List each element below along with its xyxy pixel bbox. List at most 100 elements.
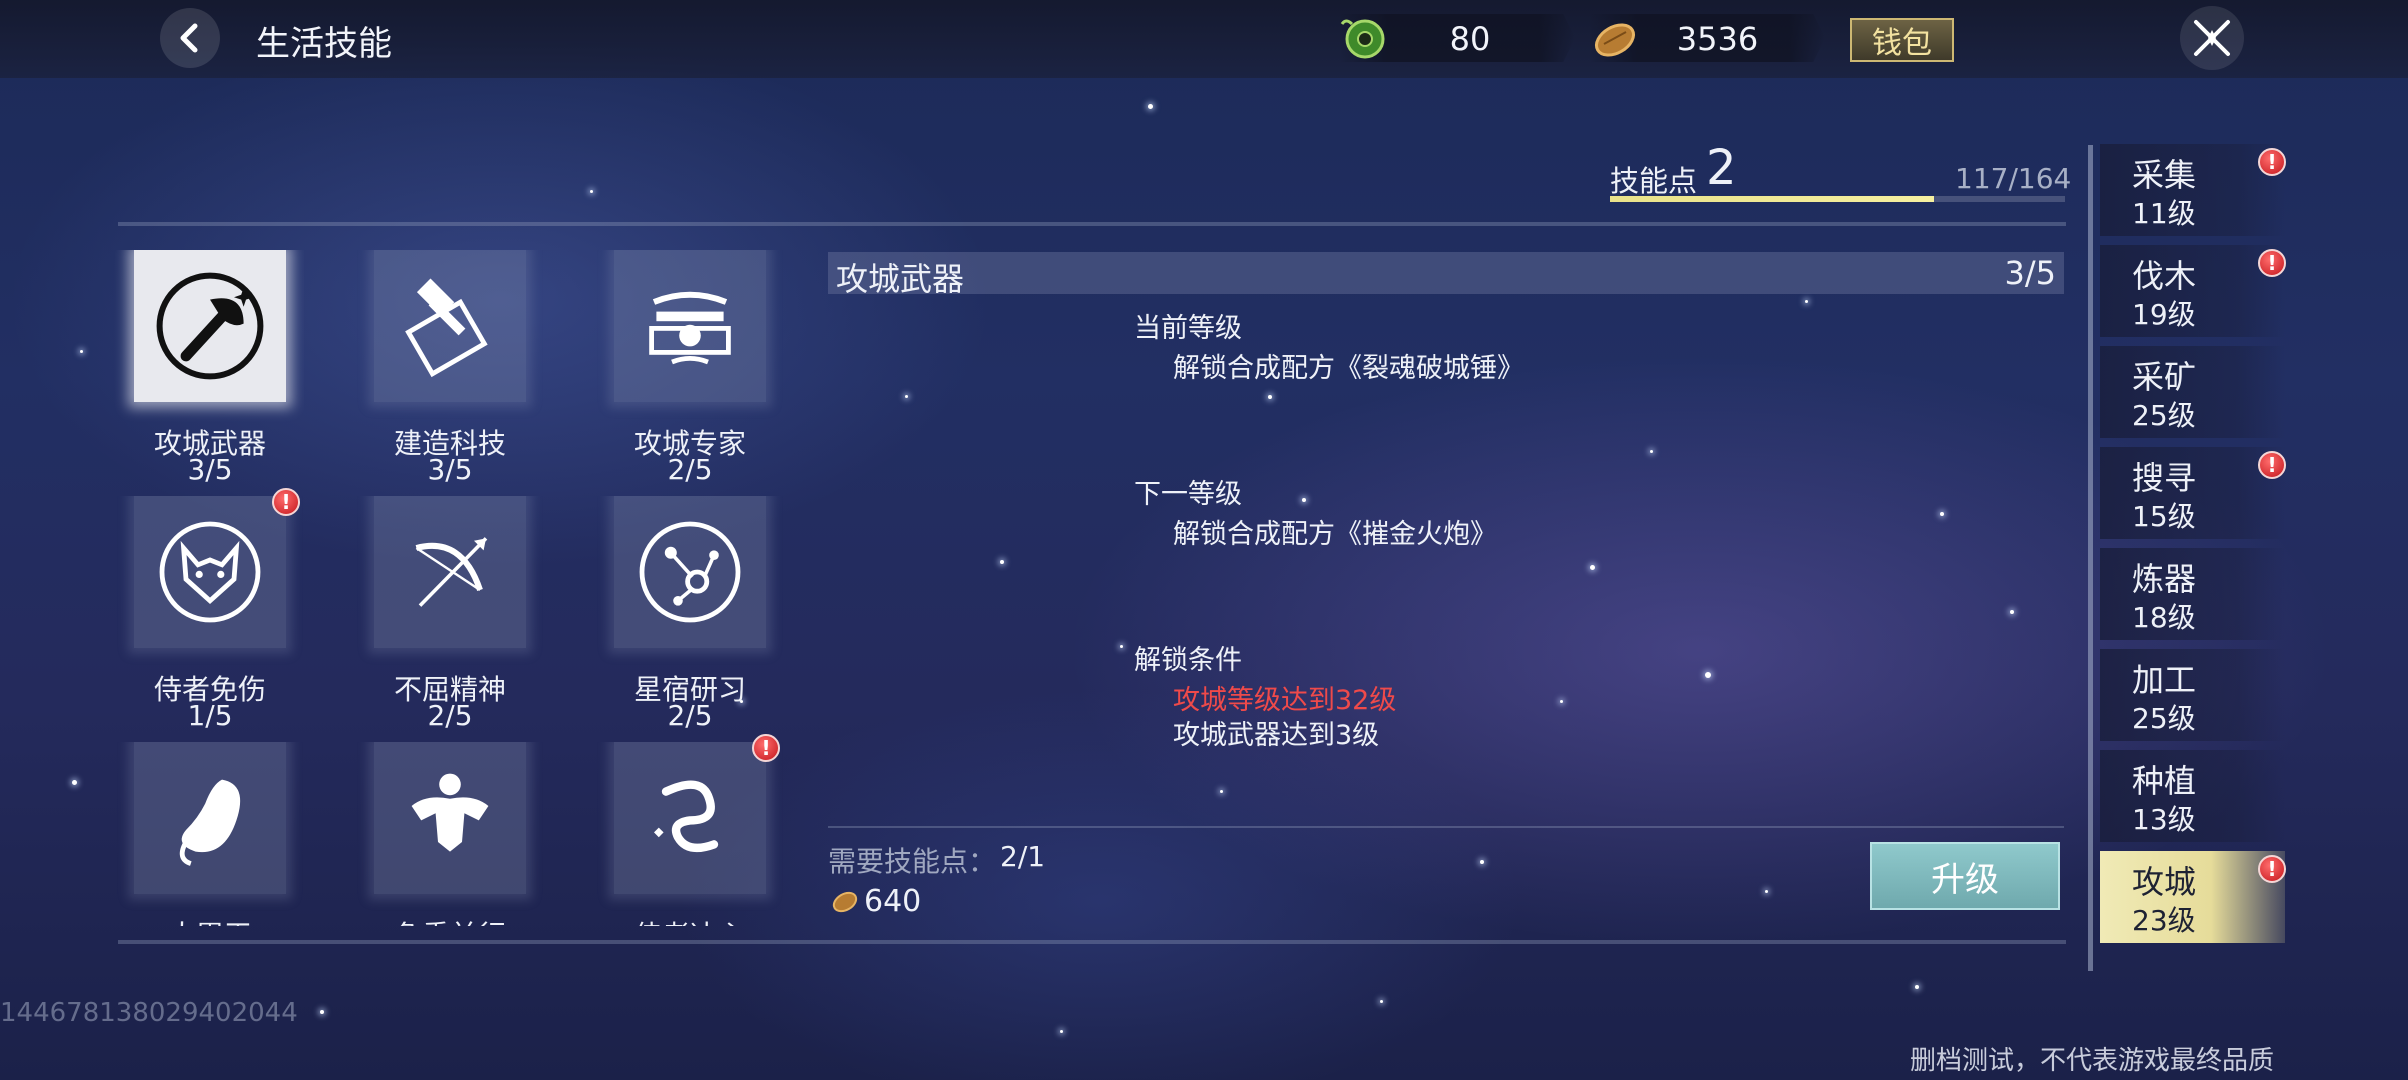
fox-mask-icon [159, 521, 261, 623]
star [2010, 610, 2014, 614]
skill-point-cost-label: 需要技能点： [828, 845, 997, 878]
skill-level: 2/5 [667, 453, 713, 486]
skill-points-value: 2 [1706, 140, 1737, 196]
skill-icon-frame [374, 250, 526, 402]
current-level-desc: 解锁合成配方《裂魂破城锤》 [1173, 353, 1524, 384]
star [1705, 672, 1711, 678]
star [1060, 1030, 1063, 1033]
gold-cost-value: 640 [864, 884, 922, 919]
next-level-desc: 解锁合成配方《摧金火炮》 [1173, 519, 1497, 550]
star [1805, 300, 1808, 303]
category-item[interactable]: 搜寻 15级 [2100, 447, 2285, 539]
skill-7[interactable]: 大胃王 [84, 742, 304, 926]
chevron-left-icon [180, 23, 198, 53]
skill-point-cost-value: 2/1 [1000, 840, 1046, 873]
skill-icon-frame [134, 250, 286, 402]
alert-icon: ! [2258, 249, 2286, 277]
category-name: 搜寻 [2132, 459, 2197, 497]
skill-5[interactable]: 不屈精神 2/5 [324, 496, 544, 736]
wallet-button[interactable]: 钱包 [1850, 18, 1954, 62]
skill-name: 侍者决心 [604, 914, 776, 926]
skill-level: 3/5 [187, 453, 233, 486]
alert-icon: ! [272, 488, 300, 516]
star [1268, 395, 1272, 399]
detail-level: 3/5 [2004, 254, 2057, 292]
category-item[interactable]: 种植 13级 [2100, 750, 2285, 842]
category-item[interactable]: 加工 25级 [2100, 649, 2285, 741]
close-x-icon [2194, 20, 2230, 56]
unlock-conditions-label: 解锁条件 [1134, 645, 1242, 676]
category-level: 23级 [2132, 904, 2196, 937]
star [1915, 985, 1919, 989]
category-name: 炼器 [2132, 560, 2197, 598]
category-item[interactable]: 炼器 18级 [2100, 548, 2285, 640]
skill-3[interactable]: 攻城专家 2/5 [564, 250, 784, 490]
category-name: 攻城 [2132, 863, 2197, 901]
star [1148, 104, 1153, 109]
top-divider [118, 222, 2066, 226]
category-name: 加工 [2132, 661, 2197, 699]
category-level: 15级 [2132, 500, 2196, 533]
skill-4[interactable]: 侍者免伤 1/5 [84, 496, 304, 736]
skill-name: 负重前行 [364, 914, 536, 926]
muscle-icon [411, 773, 489, 852]
gold-coin-icon [832, 891, 858, 913]
next-level-label: 下一等级 [1134, 479, 1242, 510]
dragon-icon [654, 780, 719, 853]
star [1302, 498, 1306, 502]
close-button[interactable] [2180, 6, 2244, 70]
star [1560, 700, 1563, 703]
gold-value: 3536 [1676, 20, 1759, 58]
skill-level: 3/5 [427, 453, 473, 486]
test-disclaimer: 删档测试，不代表游戏最终品质 [1910, 1046, 2275, 1076]
skill-9[interactable]: 侍者决心 [564, 742, 784, 926]
skill-1[interactable]: 攻城武器 3/5 [84, 250, 304, 490]
category-item[interactable]: 采集 11级 [2100, 144, 2285, 236]
alert-icon: ! [2258, 148, 2286, 176]
star [1480, 860, 1484, 864]
alert-icon: ! [2258, 855, 2286, 883]
pavilion-icon [649, 291, 731, 365]
skill-points-progress-fill [1610, 196, 1935, 202]
skill-icon-frame [134, 496, 286, 648]
hammer-blueprint-icon [405, 278, 488, 378]
category-item[interactable]: 攻城 23级 [2100, 851, 2285, 943]
star [1590, 565, 1595, 570]
top-bar: 生活技能 80 3536 钱包 [0, 0, 2408, 78]
skill-icon-frame [614, 496, 766, 648]
star [320, 1010, 324, 1014]
category-item[interactable]: 伐木 19级 [2100, 245, 2285, 337]
unlock-condition-unmet: 攻城等级达到32级 [1173, 685, 1397, 716]
category-name: 种植 [2132, 762, 2197, 800]
star [80, 350, 83, 353]
back-button[interactable] [160, 8, 220, 68]
bow-arrow-icon [415, 537, 488, 607]
gold-coin-icon [1595, 23, 1635, 57]
unlock-condition-met: 攻城武器达到3级 [1173, 720, 1380, 751]
category-item[interactable]: 采矿 25级 [2100, 346, 2285, 438]
upgrade-button[interactable]: 升级 [1870, 842, 2060, 910]
star [1220, 790, 1223, 793]
star [1765, 890, 1768, 893]
skill-points-progress-text: 117/164 [1955, 162, 2072, 195]
skill-name: 大胃王 [124, 914, 296, 926]
user-id-watermark: 14467813802940​2044 [0, 998, 298, 1028]
category-level: 25级 [2132, 702, 2196, 735]
skill-icon-frame [614, 742, 766, 894]
skill-icon-frame [374, 496, 526, 648]
skill-points-label: 技能点 [1610, 164, 1698, 198]
category-level: 18级 [2132, 601, 2196, 634]
jade-value: 80 [1449, 20, 1491, 58]
star [1120, 645, 1123, 648]
skill-2[interactable]: 建造科技 3/5 [324, 250, 544, 490]
star [72, 780, 77, 785]
skill-level: 1/5 [187, 699, 233, 732]
current-level-label: 当前等级 [1134, 313, 1242, 344]
jade-icon [1340, 19, 1385, 59]
bottom-divider [118, 940, 2066, 944]
skill-8[interactable]: 负重前行 [324, 742, 544, 926]
category-name: 采矿 [2132, 358, 2197, 396]
skill-6[interactable]: 星宿研习 2/5 [564, 496, 784, 736]
star [590, 190, 593, 193]
skill-points-progress-bar [1610, 196, 2065, 202]
